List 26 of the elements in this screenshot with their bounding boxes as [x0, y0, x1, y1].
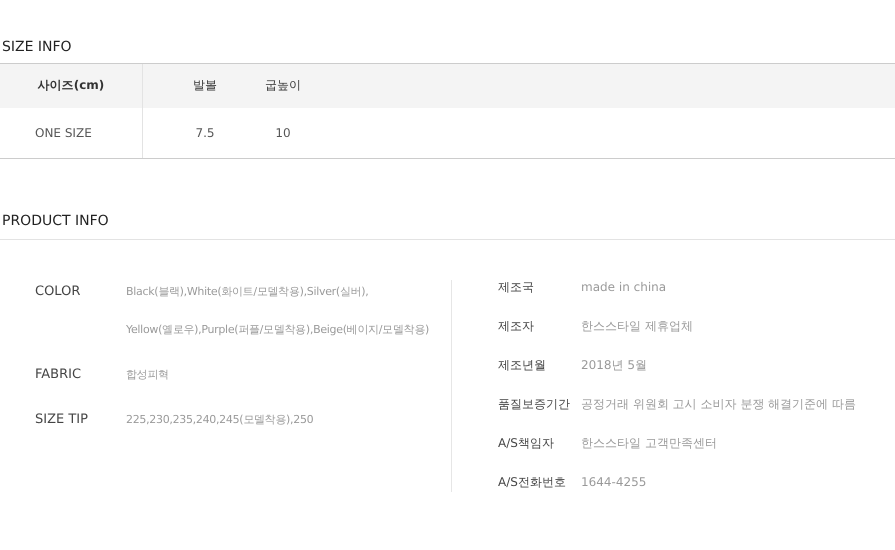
info-label: COLOR	[35, 283, 82, 301]
column-header: 사이즈(cm)	[0, 64, 143, 108]
column-header: 발볼	[192, 76, 218, 94]
info-value: 공정거래 위원회 고시 소비자 분쟁 해결기준에 따름	[581, 397, 856, 411]
info-label: 제조국	[498, 280, 535, 294]
info-value: 합성피혁	[126, 367, 169, 383]
table-cell-text: 7.5	[194, 126, 216, 140]
column-header: 굽높이	[264, 76, 302, 94]
info-value: 225,230,235,240,245(모델착용),250	[126, 412, 314, 428]
table-cell: ONE SIZE	[0, 108, 143, 158]
info-value: 1644-4255	[581, 475, 646, 489]
info-value: made in china	[581, 280, 666, 294]
info-label: A/S책임자	[498, 436, 555, 450]
info-label: 제조자	[498, 319, 535, 333]
table-cell-text: 10	[274, 126, 292, 140]
info-value: 한스스타일 고객만족센터	[581, 436, 717, 450]
section-title: SIZE INFO	[2, 38, 72, 57]
section-title: PRODUCT INFO	[2, 212, 109, 231]
info-label: 제조년월	[498, 358, 547, 372]
info-label: 품질보증기간	[498, 397, 571, 411]
info-label: SIZE TIP	[35, 411, 89, 429]
info-value: 2018년 5월	[581, 358, 647, 372]
info-label: FABRIC	[35, 366, 82, 384]
info-label: A/S전화번호	[498, 475, 567, 489]
info-value: Black(블랙),White(화이트/모델착용),Silver(실버), Yellow(옐로우),Purple(퍼플/모델착용),Beige(베이지/모델착용)	[126, 284, 429, 338]
info-value: 한스스타일 제휴업체	[581, 319, 693, 333]
